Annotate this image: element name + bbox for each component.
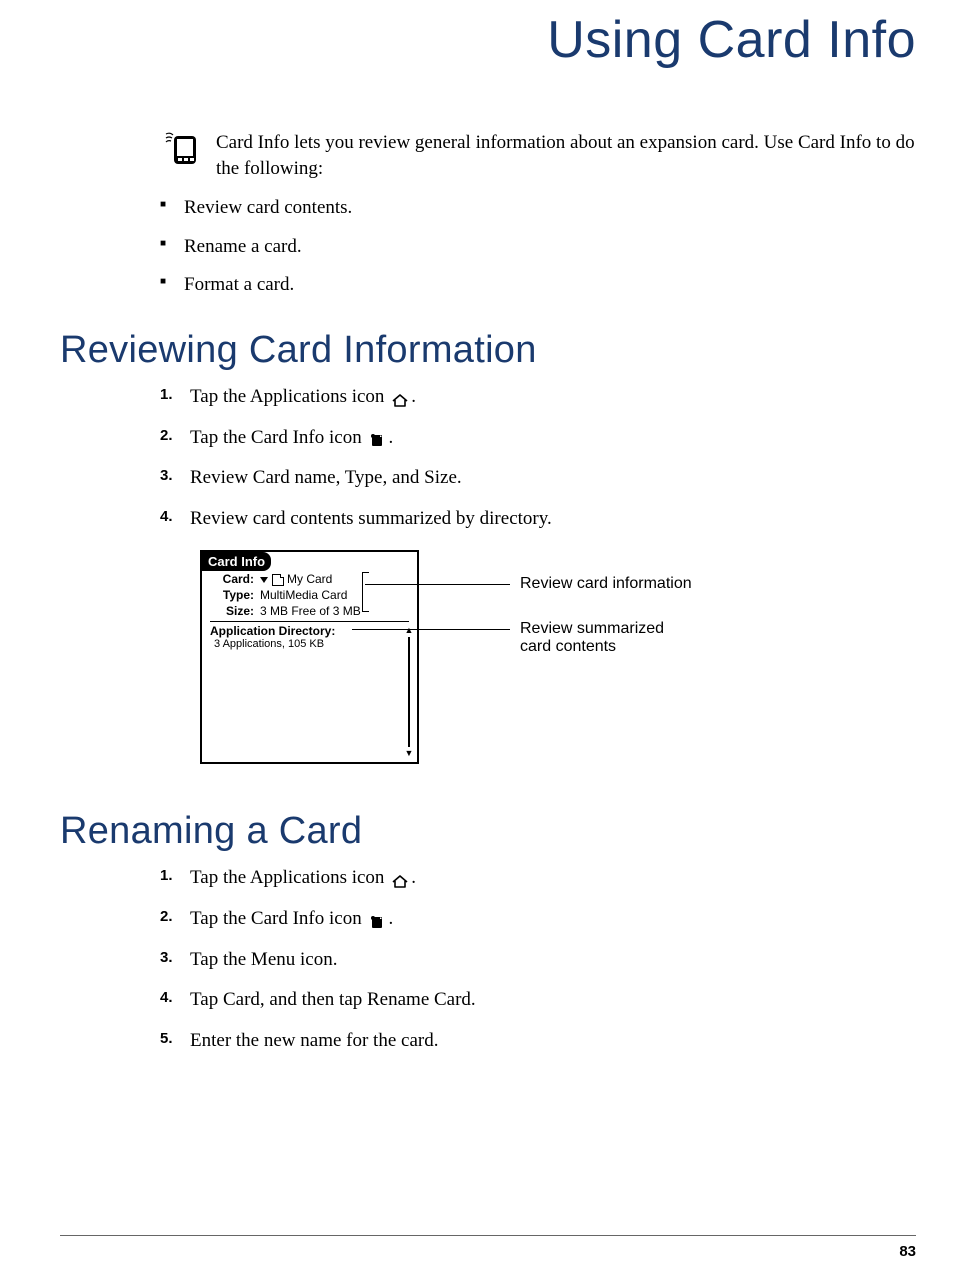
- chevron-down-icon: [260, 577, 268, 583]
- size-value: 3 MB Free of 3 MB: [260, 604, 361, 620]
- step-item: Tap the Menu icon.: [160, 947, 916, 974]
- step-suffix: .: [388, 427, 393, 448]
- step-text: Tap the Applications icon: [190, 386, 389, 407]
- bullet-item: Review card contents.: [160, 195, 916, 222]
- chapter-title: Using Card Info: [60, 10, 916, 70]
- type-label: Type:: [210, 588, 254, 604]
- size-label: Size:: [210, 604, 254, 620]
- step-text: Tap the Card Info icon: [190, 427, 366, 448]
- card-value: My Card: [260, 572, 332, 588]
- step-suffix: .: [411, 867, 416, 888]
- step-item: Tap the Applications icon .: [160, 384, 916, 411]
- step-text: Tap the Menu icon.: [190, 949, 337, 970]
- step-item: Enter the new name for the card.: [160, 1028, 916, 1055]
- scroll-up-icon: ▲: [405, 626, 414, 635]
- step-text: Enter the new name for the card.: [190, 1030, 438, 1051]
- figure-card-info: Card Info Card: My Card Type: MultiMedia…: [200, 550, 916, 780]
- section-title-renaming: Renaming a Card: [60, 810, 916, 853]
- step-text: Tap the Applications icon: [190, 867, 389, 888]
- step-item: Review Card name, Type, and Size.: [160, 465, 916, 492]
- home-icon: [391, 871, 409, 887]
- footer-rule: [60, 1235, 916, 1236]
- palm-window: Card Info Card: My Card Type: MultiMedia…: [200, 550, 419, 764]
- step-text: Review Card name, Type, and Size.: [190, 467, 462, 488]
- callout-text-2: Review summarized card contents: [520, 620, 664, 656]
- step-text: Review card contents summarized by direc…: [190, 508, 552, 529]
- palm-titlebar: Card Info: [202, 552, 271, 571]
- callout-line: [352, 629, 510, 630]
- card-info-icon: [368, 430, 386, 446]
- section-title-reviewing: Reviewing Card Information: [60, 329, 916, 372]
- card-label: Card:: [210, 572, 254, 588]
- card-mini-icon: [272, 574, 284, 586]
- scroll-down-icon: ▼: [405, 749, 414, 758]
- pda-icon: [160, 128, 204, 172]
- palm-divider: [210, 621, 409, 622]
- card-info-icon: [368, 912, 386, 928]
- intro-block: Card Info lets you review general inform…: [160, 130, 916, 181]
- callout-text-1: Review card information: [520, 575, 692, 593]
- home-icon: [391, 390, 409, 406]
- step-text: Tap Card, and then tap Rename Card.: [190, 989, 476, 1010]
- bullet-item: Rename a card.: [160, 234, 916, 261]
- step-suffix: .: [388, 908, 393, 929]
- step-item: Tap the Applications icon .: [160, 865, 916, 892]
- page-number: 83: [899, 1243, 916, 1260]
- intro-text: Card Info lets you review general inform…: [216, 130, 916, 181]
- app-dir-summary: 3 Applications, 105 KB: [214, 638, 409, 650]
- app-dir-label: Application Directory:: [210, 624, 409, 638]
- intro-bullets: Review card contents. Rename a card. For…: [160, 195, 916, 299]
- bullet-item: Format a card.: [160, 272, 916, 299]
- reviewing-steps: Tap the Applications icon . Tap the Card…: [160, 384, 916, 532]
- callout-line: [365, 584, 510, 585]
- step-item: Review card contents summarized by direc…: [160, 506, 916, 533]
- type-value: MultiMedia Card: [260, 588, 347, 604]
- step-item: Tap the Card Info icon .: [160, 425, 916, 452]
- scrollbar: ▲ ▼: [405, 626, 413, 758]
- step-text: Tap the Card Info icon: [190, 908, 366, 929]
- step-item: Tap Card, and then tap Rename Card.: [160, 987, 916, 1014]
- renaming-steps: Tap the Applications icon . Tap the Card…: [160, 865, 916, 1054]
- callout-bracket: [362, 572, 369, 612]
- step-suffix: .: [411, 386, 416, 407]
- step-item: Tap the Card Info icon .: [160, 906, 916, 933]
